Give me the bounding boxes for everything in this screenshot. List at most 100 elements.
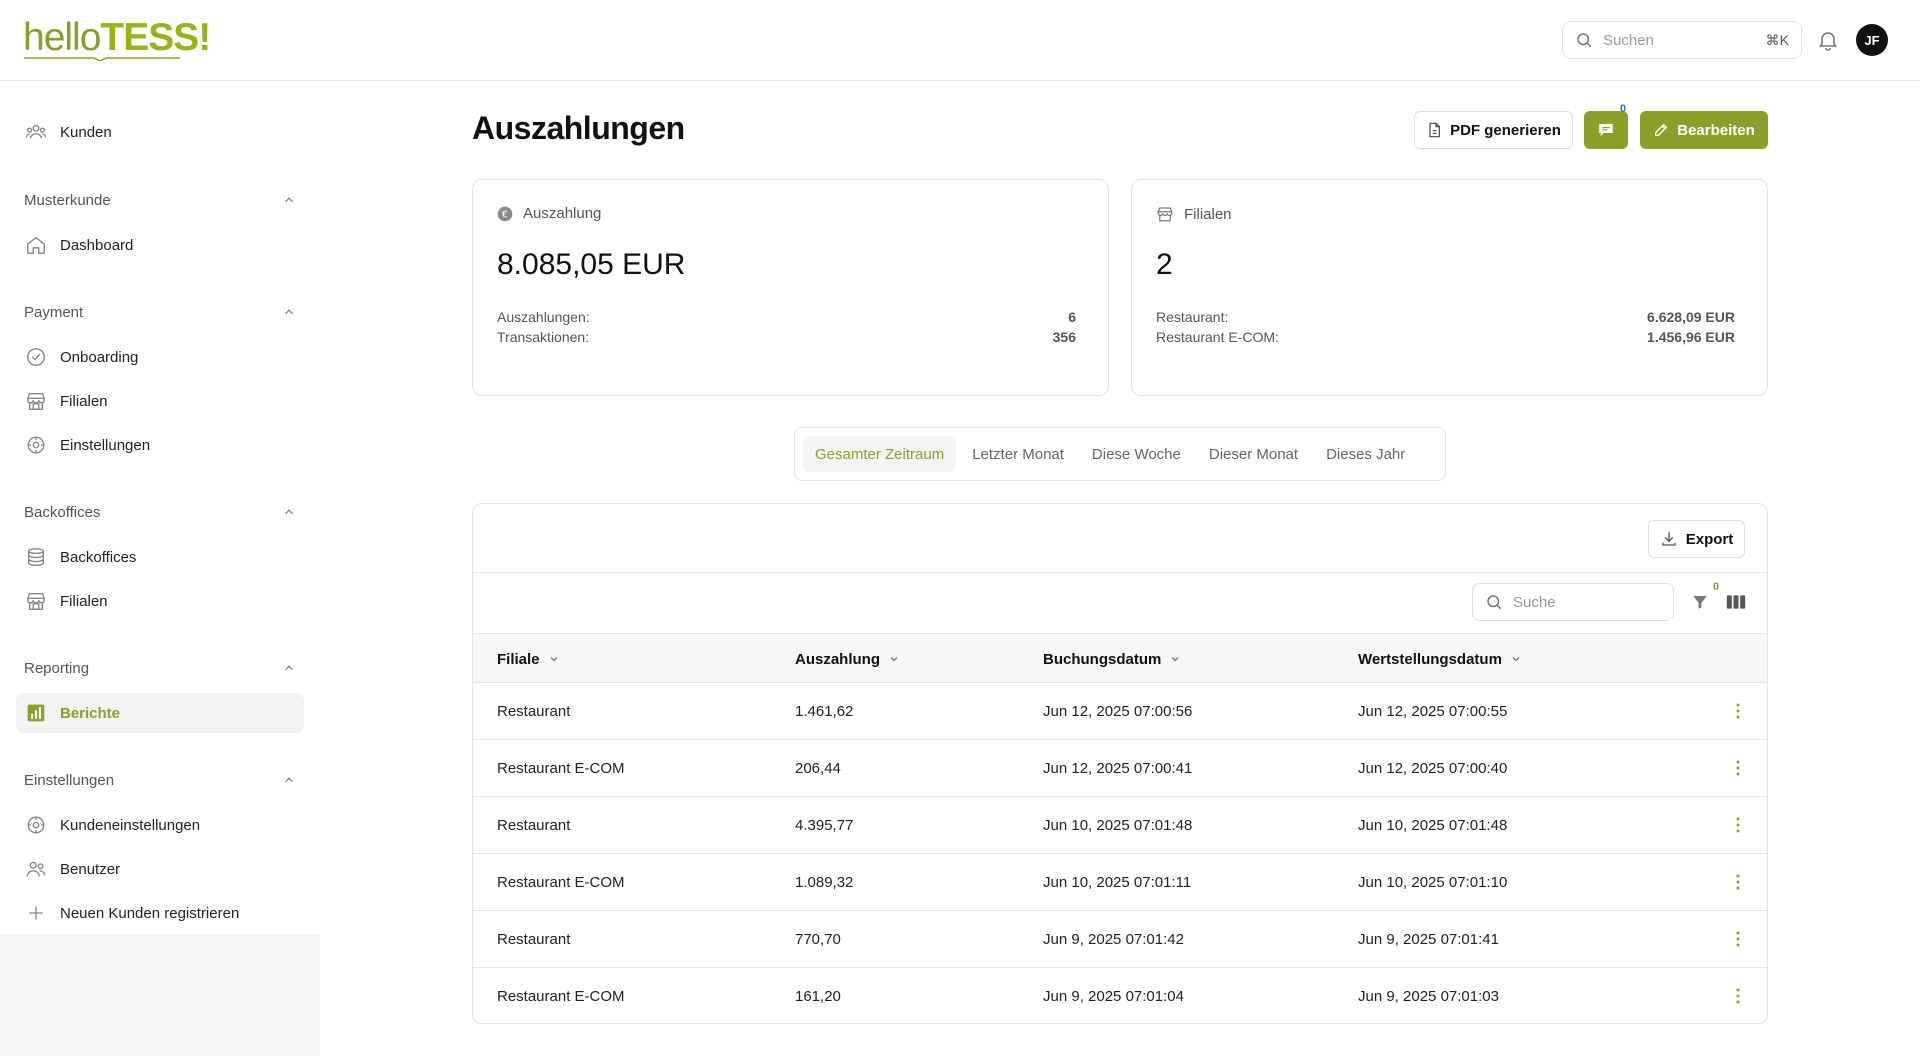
comments-button[interactable] (1584, 111, 1628, 149)
table-cell: Jun 9, 2025 07:01:04 (1043, 988, 1184, 1005)
table-row[interactable]: Restaurant E-COM 1.089,32 Jun 10, 2025 07:… (473, 854, 1767, 911)
section-musterkunde[interactable]: Musterkunde (24, 188, 296, 212)
page-title: Auszahlungen (472, 110, 685, 146)
table-cell: Jun 12, 2025 07:00:41 (1043, 760, 1193, 777)
users-icon (24, 120, 48, 144)
tab-dieses-jahr[interactable]: Dieses Jahr (1314, 436, 1417, 472)
tab-dieser-monat[interactable]: Dieser Monat (1197, 436, 1310, 472)
row-actions-menu-icon[interactable] (1726, 756, 1750, 780)
table-row[interactable]: Restaurant 4.395,77 Jun 10, 2025 07:01:48 J… (473, 797, 1767, 854)
table-cell: Restaurant E-COM (497, 760, 625, 777)
chevron-down-icon (1169, 653, 1181, 665)
sidebar-item-backoffice-filialen[interactable]: Filialen (16, 581, 304, 621)
column-label: Wertstellungsdatum (1358, 650, 1502, 668)
table-cell: Jun 12, 2025 07:00:40 (1358, 760, 1508, 777)
chevron-up-icon (285, 665, 293, 671)
sidebar-item-benutzer[interactable]: Benutzer (16, 849, 304, 889)
table-row[interactable]: Restaurant E-COM 206,44 Jun 12, 2025 07:00… (473, 740, 1767, 797)
column-header-filiale[interactable]: Filiale (497, 634, 560, 684)
bar-chart-icon (24, 701, 48, 725)
search-placeholder: Suche (1513, 593, 1556, 611)
pdf-generate-button[interactable]: PDF generieren (1414, 111, 1573, 149)
column-header-wertstellungsdatum[interactable]: Wertstellungsdatum (1358, 634, 1522, 684)
table-row[interactable]: Restaurant E-COM 161,20 Jun 9, 2025 07:01:… (473, 968, 1767, 1023)
table-cell: Jun 10, 2025 07:01:11 (1043, 874, 1192, 891)
file-pdf-icon (1426, 121, 1442, 139)
sidebar-item-label: Onboarding (60, 348, 139, 366)
card-label-text: Auszahlung (523, 205, 602, 222)
sidebar-item-dashboard[interactable]: Dashboard (16, 225, 304, 265)
column-header-buchungsdatum[interactable]: Buchungsdatum (1043, 634, 1181, 684)
user-avatar[interactable]: JF (1856, 24, 1888, 56)
row-actions-menu-icon[interactable] (1726, 813, 1750, 837)
home-icon (24, 233, 48, 257)
table-cell: Restaurant (497, 931, 571, 948)
tab-diese-woche[interactable]: Diese Woche (1080, 436, 1193, 472)
euro-coin-icon: € (497, 206, 513, 222)
global-search-input[interactable]: Suchen ⌘K (1562, 21, 1802, 59)
row-actions-menu-icon[interactable] (1726, 699, 1750, 723)
card-label: € Auszahlung (497, 205, 601, 222)
column-header-auszahlung[interactable]: Auszahlung (795, 634, 900, 684)
table-cell: Jun 10, 2025 07:01:48 (1358, 817, 1508, 834)
tab-gesamter-zeitraum[interactable]: Gesamter Zeitraum (803, 436, 957, 472)
table-cell: Jun 12, 2025 07:00:55 (1358, 703, 1508, 720)
table-cell: Restaurant E-COM (497, 874, 625, 891)
card-stat-row: Transaktionen: 356 (497, 329, 1076, 345)
sidebar-item-backoffices[interactable]: Backoffices (16, 537, 304, 577)
tab-letzter-monat[interactable]: Letzter Monat (960, 436, 1076, 472)
sidebar-item-label: Dashboard (60, 236, 134, 254)
chevron-down-icon (888, 653, 900, 665)
hellotess-logo[interactable]: hello TESS! (23, 16, 211, 60)
gear-icon (24, 433, 48, 457)
table-cell: 770,70 (795, 931, 841, 948)
sidebar-footer-area (0, 934, 320, 1056)
column-label: Auszahlung (795, 650, 880, 668)
sidebar-item-label: Filialen (60, 392, 108, 410)
sidebar-item-einstellungen[interactable]: Einstellungen (16, 425, 304, 465)
sidebar-item-neuen-kunden[interactable]: Neuen Kunden registrieren (16, 893, 304, 933)
section-backoffices[interactable]: Backoffices (24, 500, 296, 524)
table-search-row: Suche 0 (473, 573, 1767, 637)
sidebar-item-label: Neuen Kunden registrieren (60, 904, 240, 922)
sidebar-item-label: Filialen (60, 592, 108, 610)
table-cell: Jun 9, 2025 07:01:42 (1043, 931, 1184, 948)
columns-icon[interactable] (1726, 593, 1746, 611)
section-title: Payment (24, 303, 84, 321)
section-payment[interactable]: Payment (24, 300, 296, 324)
sidebar-item-berichte[interactable]: Berichte (16, 693, 304, 733)
export-button[interactable]: Export (1648, 520, 1745, 558)
table-cell: 206,44 (795, 760, 841, 777)
edit-icon (1653, 122, 1669, 138)
table-cell: Jun 10, 2025 07:01:10 (1358, 874, 1508, 891)
column-label: Filiale (497, 650, 540, 668)
filter-count-badge: 0 (1713, 581, 1720, 593)
section-reporting[interactable]: Reporting (24, 656, 296, 680)
row-actions-menu-icon[interactable] (1726, 870, 1750, 894)
card-stat-row: Restaurant E-COM: 1.456,96 EUR (1156, 329, 1735, 345)
row-actions-menu-icon[interactable] (1726, 927, 1750, 951)
section-einstellungen[interactable]: Einstellungen (24, 768, 296, 792)
database-icon (24, 545, 48, 569)
table-toolbar: Export (473, 504, 1767, 573)
edit-button[interactable]: Bearbeiten (1640, 111, 1768, 149)
payout-total: 8.085,05 EUR (497, 248, 686, 281)
sidebar-item-kunden[interactable]: Kunden (16, 112, 304, 152)
sidebar-item-onboarding[interactable]: Onboarding (16, 337, 304, 377)
table-row[interactable]: Restaurant 770,70 Jun 9, 2025 07:01:42 Jun … (473, 911, 1767, 968)
chevron-up-icon (285, 309, 293, 315)
comment-icon (1599, 124, 1613, 136)
stat-label: Restaurant E-COM: (1156, 329, 1279, 345)
sidebar-item-filialen[interactable]: Filialen (16, 381, 304, 421)
table-cell: Jun 12, 2025 07:00:56 (1043, 703, 1193, 720)
sidebar-item-kundeneinstellungen[interactable]: Kundeneinstellungen (16, 805, 304, 845)
table-cell: 1.461,62 (795, 703, 854, 720)
table-cell: 161,20 (795, 988, 841, 1005)
row-actions-menu-icon[interactable] (1726, 984, 1750, 1008)
section-title: Musterkunde (24, 191, 111, 209)
bell-icon[interactable] (1816, 28, 1840, 52)
table-search-input[interactable]: Suche (1472, 583, 1674, 621)
chevron-up-icon (285, 509, 293, 515)
table-row[interactable]: Restaurant 1.461,62 Jun 12, 2025 07:00:56 J… (473, 683, 1767, 740)
filter-icon[interactable] (1691, 593, 1709, 611)
